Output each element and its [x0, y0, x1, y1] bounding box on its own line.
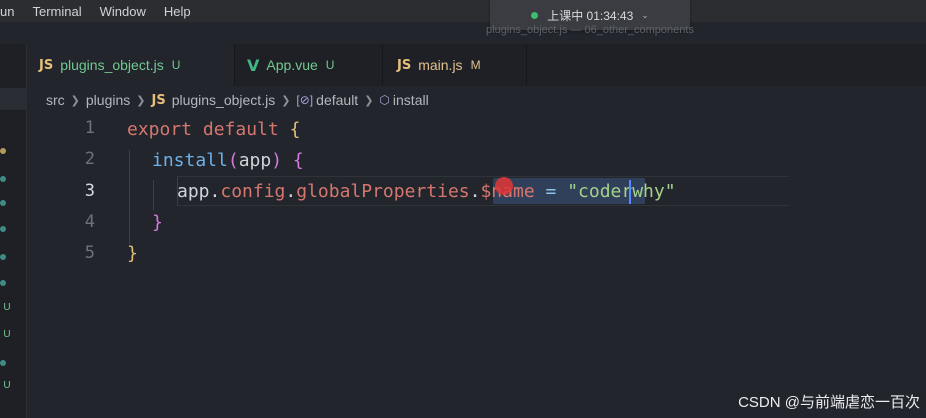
line-number: 1	[84, 118, 95, 138]
file-status-badge: U	[3, 329, 11, 340]
breadcrumb-item-install[interactable]: install	[393, 92, 429, 108]
watermark: CSDN @与前端虐恋一百次	[738, 394, 920, 411]
file-status-dot	[0, 360, 6, 366]
tab-plugins-object-js[interactable]: JS plugins_object.js U	[27, 44, 235, 86]
menu-terminal[interactable]: Terminal	[32, 4, 81, 19]
line-number: 4	[84, 212, 95, 232]
breadcrumb-item-default[interactable]: default	[316, 92, 358, 108]
tab-app-vue[interactable]: V App.vue U	[235, 44, 383, 86]
vue-file-icon: V	[247, 55, 260, 75]
editor-tab-bar: JS plugins_object.js U V App.vue U JS ma…	[27, 44, 926, 86]
menu-help[interactable]: Help	[164, 4, 191, 19]
brace-close: }	[152, 212, 163, 233]
menu-window[interactable]: Window	[100, 4, 146, 19]
string-literal: "coderwhy"	[567, 181, 676, 202]
explorer-selected-row[interactable]	[0, 88, 27, 110]
text-cursor	[629, 180, 631, 204]
tab-label: plugins_object.js	[60, 57, 164, 73]
paren-open: (	[227, 150, 239, 171]
chevron-down-icon: ⌄	[641, 9, 649, 20]
file-status-badge: U	[3, 380, 11, 391]
line-number: 3	[84, 181, 95, 201]
code-editor[interactable]: 1 2 3 4 5 export default { install(app) …	[27, 114, 926, 418]
chevron-right-icon: ❯	[281, 94, 291, 107]
property-globalproperties: globalProperties	[296, 181, 470, 202]
keyword-export: export	[127, 119, 193, 140]
identifier-app: app	[177, 181, 210, 202]
code-line-1: export default {	[127, 114, 300, 145]
menu-run[interactable]: un	[0, 4, 14, 19]
brace-open: {	[289, 119, 301, 140]
window-title: plugins_object.js — 06_other_components	[486, 24, 694, 36]
file-status-dot	[0, 226, 6, 232]
chevron-right-icon: ❯	[70, 94, 80, 107]
chevron-right-icon: ❯	[364, 94, 374, 107]
file-status-badge: U	[3, 302, 11, 313]
breadcrumb-item-plugins[interactable]: plugins	[86, 92, 130, 108]
file-status-dot	[0, 176, 6, 182]
file-status-dot	[0, 200, 6, 206]
laser-pointer-dot	[495, 177, 513, 195]
recording-label: 上课中 01:34:43	[547, 8, 634, 23]
method-cube-icon: ⬡	[379, 93, 390, 107]
code-line-4: }	[152, 207, 163, 238]
variable-symbol-icon: [⊘]	[296, 93, 314, 107]
breadcrumb-item-file[interactable]: plugins_object.js	[172, 92, 276, 108]
file-status-dot	[0, 280, 6, 286]
line-number: 5	[84, 243, 95, 263]
tab-label: main.js	[418, 57, 463, 73]
file-status-dot	[0, 148, 6, 154]
code-line-2: install(app) {	[152, 145, 304, 176]
keyword-default: default	[202, 119, 279, 140]
brace-open: {	[292, 150, 304, 171]
tab-status-badge: U	[325, 58, 335, 72]
brace-close: }	[127, 243, 138, 264]
javascript-file-icon: JS	[151, 92, 166, 108]
assign-operator: =	[545, 181, 557, 202]
chevron-right-icon: ❯	[136, 94, 146, 107]
code-line-5: }	[127, 238, 138, 269]
tab-label: App.vue	[266, 57, 318, 73]
line-number: 2	[84, 149, 95, 169]
javascript-file-icon: JS	[39, 57, 54, 73]
paren-close: )	[271, 150, 283, 171]
tab-status-badge: U	[171, 58, 181, 72]
indent-guide	[129, 150, 130, 244]
recording-dot-icon	[531, 11, 539, 19]
dot: .	[209, 181, 221, 202]
file-status-dot	[0, 254, 6, 260]
indent-guide	[153, 180, 154, 210]
dot: .	[469, 181, 481, 202]
tab-status-badge: M	[470, 58, 481, 72]
javascript-file-icon: JS	[397, 57, 412, 73]
code-line-3: app.config.globalProperties.$name = "cod…	[177, 176, 676, 207]
breadcrumb-item-src[interactable]: src	[46, 92, 65, 108]
breadcrumb: src ❯ plugins ❯ JS plugins_object.js ❯ […	[46, 86, 429, 114]
dot: .	[285, 181, 297, 202]
menu-bar: un Terminal Window Help	[0, 0, 926, 22]
tab-main-js[interactable]: JS main.js M	[383, 44, 527, 86]
method-name: install	[152, 150, 228, 171]
explorer-edge: U U U	[0, 44, 27, 418]
param-app: app	[238, 150, 272, 171]
property-config: config	[220, 181, 286, 202]
